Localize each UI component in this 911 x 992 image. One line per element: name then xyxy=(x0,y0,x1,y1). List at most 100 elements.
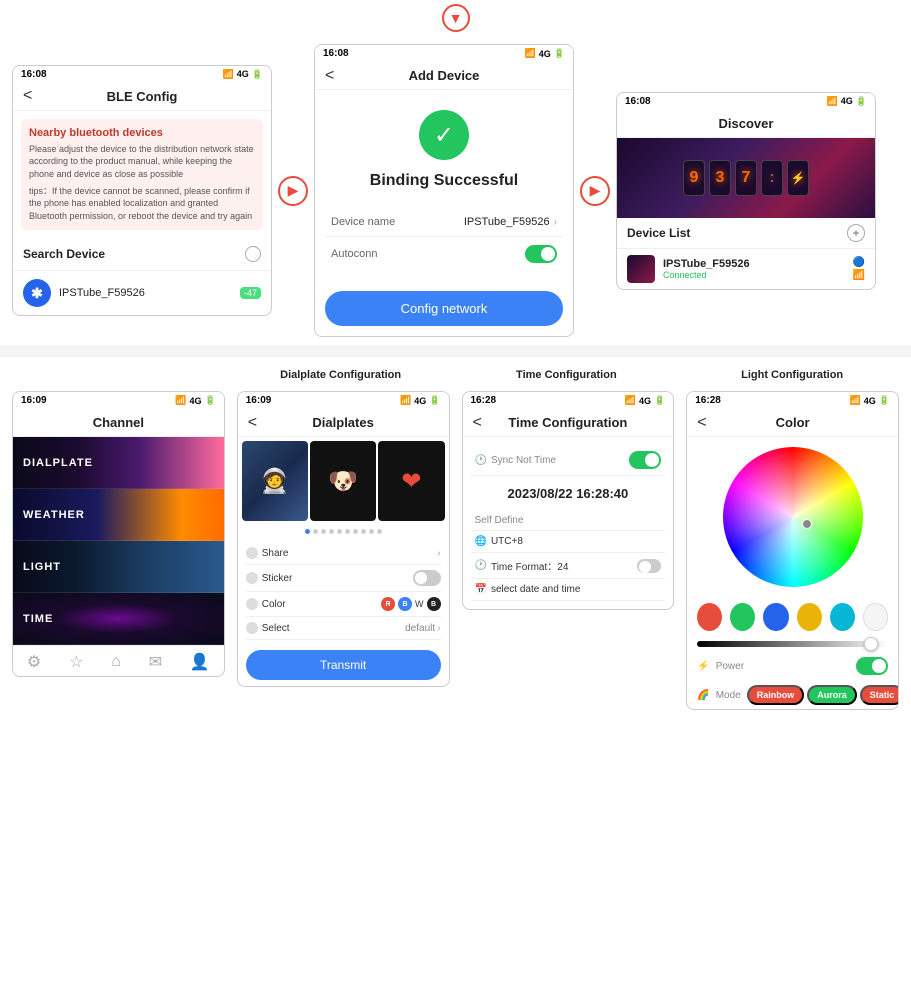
channel-label-dialplate: DIALPLATE xyxy=(23,457,93,469)
ble-back-arrow[interactable]: < xyxy=(23,87,32,105)
utc-label: UTC+8 xyxy=(491,536,523,547)
self-define-label: Self Define xyxy=(475,515,524,526)
brightness-slider[interactable] xyxy=(697,641,888,647)
discover-image: 9 3 7 : ⚡ xyxy=(617,138,875,218)
nixie-5: ⚡ xyxy=(787,160,809,196)
channel-label-weather: WEATHER xyxy=(23,509,85,521)
dialplates-header: < Dialplates xyxy=(238,409,449,437)
swatch-w-label: W xyxy=(415,599,424,609)
device-list-title: Device List xyxy=(627,226,690,240)
dot-5 xyxy=(337,529,342,534)
sticker-row[interactable]: Sticker xyxy=(246,565,441,592)
phone-time-config: 16:28 📶 4G 🔋 < Time Configuration 🕐 Sync… xyxy=(462,391,675,610)
swatch-cyan[interactable] xyxy=(830,603,855,631)
utc-row[interactable]: 🌐 UTC+8 xyxy=(471,531,666,553)
nav-icon-settings[interactable]: ⚙ xyxy=(27,652,41,672)
add-device-icon[interactable]: + xyxy=(847,224,865,242)
self-define-row[interactable]: Self Define xyxy=(471,511,666,531)
time-icon: 🕐 xyxy=(475,560,487,571)
dot-2 xyxy=(313,529,318,534)
nav-icon-profile[interactable]: 👤 xyxy=(190,652,210,672)
channel-item-time[interactable]: TIME xyxy=(13,593,224,645)
mode-row: 🌈 Mode Rainbow Aurora Static xyxy=(687,681,898,709)
color-swatches-inline: R B W B xyxy=(381,597,441,611)
ble-notice: Nearby bluetooth devices Please adjust t… xyxy=(21,119,263,231)
mode-rainbow-button[interactable]: Rainbow xyxy=(747,685,805,705)
share-row[interactable]: Share › xyxy=(246,542,441,565)
connected-device-row[interactable]: IPSTube_F59526 Connected 🔵 📶 xyxy=(617,249,875,289)
autoconn-toggle[interactable] xyxy=(525,245,557,263)
mode-aurora-button[interactable]: Aurora xyxy=(807,685,857,705)
nav-icon-chat[interactable]: ✉ xyxy=(149,652,162,672)
battery-1: 🔋 xyxy=(252,69,263,80)
add-device-header: < Add Device xyxy=(315,62,573,90)
select-date-row[interactable]: 📅 select date and time xyxy=(471,579,666,601)
time-2: 16:08 xyxy=(323,48,349,59)
sticker-toggle[interactable] xyxy=(413,570,441,586)
nav-icon-star[interactable]: ☆ xyxy=(69,652,83,672)
ble-tips-text: tips：If the device cannot be scanned, pl… xyxy=(29,185,255,223)
bottom-phones-row: 16:09 📶 4G 🔋 Channel DIALPLATE WEATHER xyxy=(8,391,903,710)
swatch-b[interactable]: B xyxy=(398,597,412,611)
network-ch: 4G xyxy=(190,396,202,406)
dialplate-thumb-1[interactable]: 🧑‍🚀 xyxy=(242,441,308,521)
dialplate-thumb-3[interactable]: ❤ xyxy=(378,441,444,521)
swatch-red[interactable] xyxy=(697,603,722,631)
color-wheel[interactable] xyxy=(723,447,863,587)
channel-item-dialplate[interactable]: DIALPLATE xyxy=(13,437,224,489)
transmit-button[interactable]: Transmit xyxy=(246,650,441,680)
time-tc: 16:28 xyxy=(471,395,497,406)
time-dp: 16:09 xyxy=(246,395,272,406)
time-format-toggle[interactable] xyxy=(637,559,661,573)
time-config-back[interactable]: < xyxy=(473,414,482,432)
color-wheel-dot xyxy=(802,519,812,529)
autoconn-row[interactable]: Autoconn xyxy=(325,237,563,271)
mode-icon: 🌈 xyxy=(697,690,709,701)
sync-label: Sync Not Time xyxy=(491,455,556,466)
swatch-green[interactable] xyxy=(730,603,755,631)
select-row[interactable]: Select default › xyxy=(246,617,441,640)
ble-notice-title: Nearby bluetooth devices xyxy=(29,127,255,139)
swatch-yellow[interactable] xyxy=(797,603,822,631)
sync-row[interactable]: 🕐 Sync Not Time xyxy=(471,445,666,476)
device-name-value-row: IPSTube_F59526 › xyxy=(464,216,557,228)
status-right-3: 📶 4G 🔋 xyxy=(827,96,867,107)
time-format-row[interactable]: 🕐 Time Format：24 xyxy=(471,553,666,579)
sync-toggle[interactable] xyxy=(629,451,661,469)
swatch-black[interactable]: B xyxy=(427,597,441,611)
swatch-r[interactable]: R xyxy=(381,597,395,611)
power-toggle[interactable] xyxy=(856,657,888,675)
light-config-back[interactable]: < xyxy=(697,414,706,432)
top-section: ▼ 16:08 📶 4G 🔋 < BLE Config Nearby bluet… xyxy=(0,0,911,345)
dialplate-options: Share › Sticker Color xyxy=(238,538,449,644)
dialplate-thumb-2[interactable]: 🐶 xyxy=(310,441,376,521)
arrow-1: ▶ xyxy=(278,176,308,206)
brightness-handle[interactable] xyxy=(864,637,878,651)
select-value-row: default › xyxy=(405,623,440,634)
nav-icon-home[interactable]: ⌂ xyxy=(111,653,121,671)
device-name-row[interactable]: Device name IPSTube_F59526 › xyxy=(325,208,563,237)
nixie-2: 3 xyxy=(709,160,731,196)
status-right-tc: 📶 4G 🔋 xyxy=(625,395,665,406)
ble-title: BLE Config xyxy=(107,89,178,104)
channel-bottom-nav: ⚙ ☆ ⌂ ✉ 👤 xyxy=(13,645,224,676)
swatch-blue[interactable] xyxy=(763,603,788,631)
search-device-row[interactable]: Search Device xyxy=(13,238,271,271)
dot-10 xyxy=(377,529,382,534)
autoconn-label: Autoconn xyxy=(331,248,377,260)
device-name-label: Device name xyxy=(331,216,395,228)
dot-1 xyxy=(305,529,310,534)
swatch-white[interactable] xyxy=(863,603,888,631)
phone-light-config: 16:28 📶 4G 🔋 < Color xyxy=(686,391,899,710)
color-row[interactable]: Color R B W B xyxy=(246,592,441,617)
dot-8 xyxy=(361,529,366,534)
add-device-back[interactable]: < xyxy=(325,67,334,85)
dialplates-back[interactable]: < xyxy=(248,414,257,432)
config-network-button[interactable]: Config network xyxy=(325,291,563,326)
channel-item-weather[interactable]: WEATHER xyxy=(13,489,224,541)
status-bar-lc: 16:28 📶 4G 🔋 xyxy=(687,392,898,409)
color-wheel-container xyxy=(687,437,898,597)
device-list-item-1[interactable]: ✱ IPSTube_F59526 -47 xyxy=(13,271,271,315)
channel-item-light[interactable]: LIGHT xyxy=(13,541,224,593)
mode-static-button[interactable]: Static xyxy=(860,685,899,705)
